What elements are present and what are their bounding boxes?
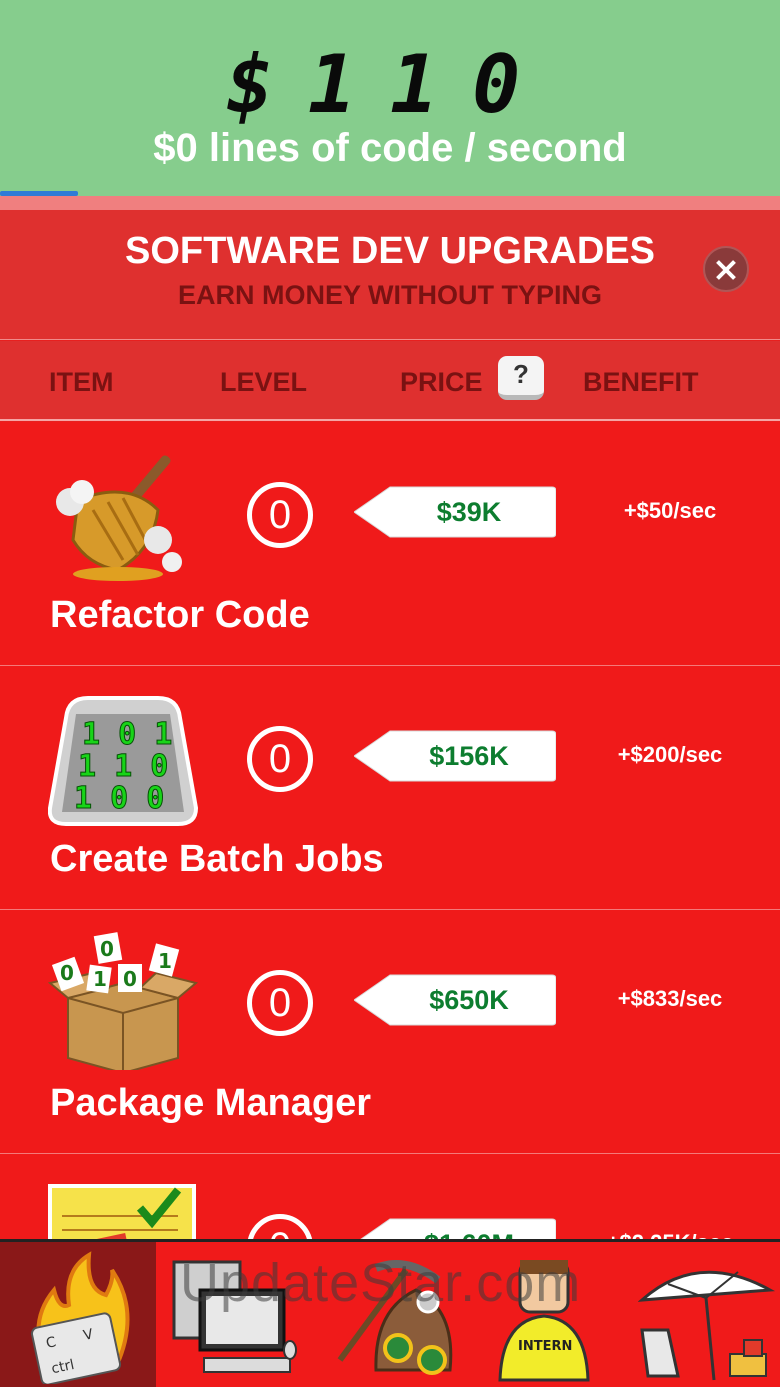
binary-tray-icon: 1 0 1 1 1 0 1 0 0 (47, 684, 199, 826)
price-help-button[interactable]: ? (498, 356, 544, 400)
nav-keyboard-fire[interactable]: C V ctrl (0, 1242, 156, 1387)
column-item: ITEM (49, 367, 114, 397)
benefit-label: +$200/sec (617, 742, 723, 767)
level-badge: 0 (247, 482, 313, 548)
buy-price-button[interactable]: $650K (354, 973, 556, 1027)
upgrade-name: Create Batch Jobs (50, 838, 384, 880)
upgrade-row[interactable]: 0 $39K +$50/sec Refactor Code (0, 422, 780, 666)
panel-subtitle: EARN MONEY WITHOUT TYPING (177, 280, 602, 310)
money-counter: $110 (225, 38, 555, 131)
beach-icon (638, 1270, 776, 1381)
upgrades-panel-header: SOFTWARE DEV UPGRADES EARN MONEY WITHOUT… (0, 210, 780, 340)
panel-title: SOFTWARE DEV UPGRADES (125, 230, 655, 272)
svg-text:1: 1 (93, 967, 107, 991)
nav-intern[interactable]: INTERN (468, 1242, 624, 1387)
intern-icon: INTERN (498, 1260, 590, 1382)
svg-text:1: 1 (158, 949, 172, 973)
svg-text:0: 0 (100, 937, 114, 961)
column-header: ITEM LEVEL PRICE BENEFIT (0, 341, 780, 421)
svg-text:1 1 0: 1 1 0 (78, 749, 168, 784)
upgrade-name: Package Manager (50, 1082, 372, 1124)
level-badge: 0 (247, 726, 313, 792)
price-label: $650K (429, 985, 509, 1015)
divider-strip (0, 196, 780, 210)
nav-beach[interactable] (624, 1242, 780, 1387)
svg-text:INTERN: INTERN (518, 1339, 572, 1354)
svg-text:1 0 0: 1 0 0 (74, 781, 164, 816)
price-label: $156K (429, 741, 509, 771)
upgrade-row[interactable]: 0 1 0 0 1 0 $650K +$833/sec Package Mana… (0, 910, 780, 1154)
broom-icon (48, 440, 198, 582)
svg-text:0: 0 (123, 967, 137, 991)
money-header: $110 $0 lines of code / second (0, 0, 780, 196)
keyboard-fire-icon: C V ctrl (30, 1251, 130, 1384)
column-level: LEVEL (220, 367, 308, 397)
buy-price-button[interactable]: $39K (354, 485, 556, 539)
svg-text:1 0 1: 1 0 1 (82, 717, 172, 752)
svg-text:0: 0 (60, 961, 74, 985)
code-rate-text: $0 lines of code / second (153, 126, 627, 170)
column-price: PRICE (400, 367, 483, 397)
computer-icon (172, 1260, 297, 1373)
nav-mining[interactable] (312, 1242, 468, 1387)
benefit-label: +$833/sec (617, 986, 723, 1011)
level-badge: 0 (247, 970, 313, 1036)
bottom-nav: C V ctrl INTERN (0, 1239, 780, 1387)
price-label: $39K (436, 497, 502, 527)
upgrade-name: Refactor Code (50, 594, 310, 636)
close-icon[interactable] (703, 246, 749, 292)
buy-price-button[interactable]: $156K (354, 729, 556, 783)
mining-icon (337, 1260, 453, 1375)
column-benefit: BENEFIT (583, 367, 699, 397)
nav-computer[interactable] (156, 1242, 312, 1387)
package-box-icon: 0 1 0 0 1 (47, 928, 199, 1075)
benefit-label: +$50/sec (623, 498, 717, 523)
upgrade-row[interactable]: 1 0 1 1 1 0 1 0 0 0 $156K +$200/sec Crea… (0, 666, 780, 910)
